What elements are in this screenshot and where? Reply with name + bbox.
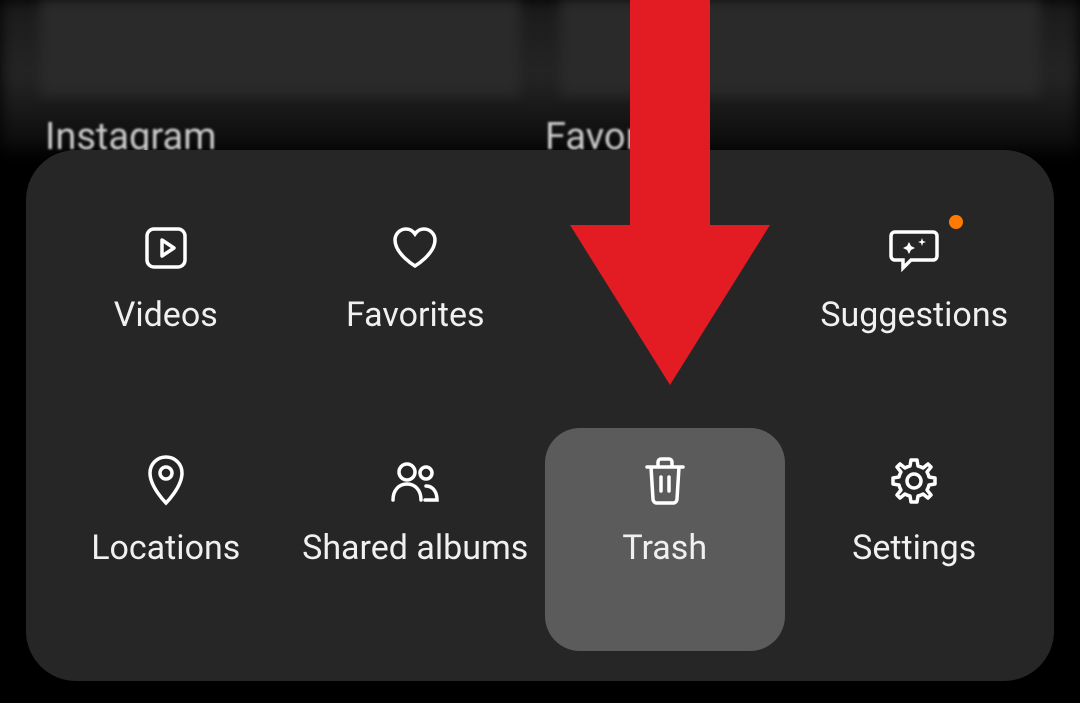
menu-item-settings[interactable]: Settings <box>795 428 1035 651</box>
menu-item-shared-albums[interactable]: Shared albums <box>296 428 536 651</box>
album-thumbnail <box>40 0 520 95</box>
menu-item-label: Settings <box>852 528 976 569</box>
menu-item-label: Trash <box>622 528 707 569</box>
trash-icon <box>641 453 689 508</box>
menu-item-favorites[interactable]: Favorites <box>296 195 536 418</box>
location-pin-icon <box>146 453 186 508</box>
menu-item-trash[interactable]: Trash <box>545 428 785 651</box>
heart-icon <box>389 220 441 275</box>
gear-icon <box>889 453 939 508</box>
people-icon <box>389 453 441 508</box>
annotation-arrow <box>570 0 770 395</box>
menu-item-suggestions[interactable]: Suggestions <box>795 195 1035 418</box>
menu-grid: Videos Favorites Suggest <box>46 195 1034 651</box>
menu-item-videos[interactable]: Videos <box>46 195 286 418</box>
menu-item-label: Videos <box>114 295 218 336</box>
menu-sheet: Videos Favorites Suggest <box>26 150 1054 681</box>
menu-item-label: Locations <box>91 528 240 569</box>
menu-item-label: Shared albums <box>302 528 528 569</box>
videos-icon <box>142 220 190 275</box>
menu-item-locations[interactable]: Locations <box>46 428 286 651</box>
notification-badge <box>949 215 963 229</box>
menu-item-label: Suggestions <box>820 295 1008 336</box>
suggestions-icon <box>887 220 941 275</box>
menu-item-label: Favorites <box>346 295 485 336</box>
